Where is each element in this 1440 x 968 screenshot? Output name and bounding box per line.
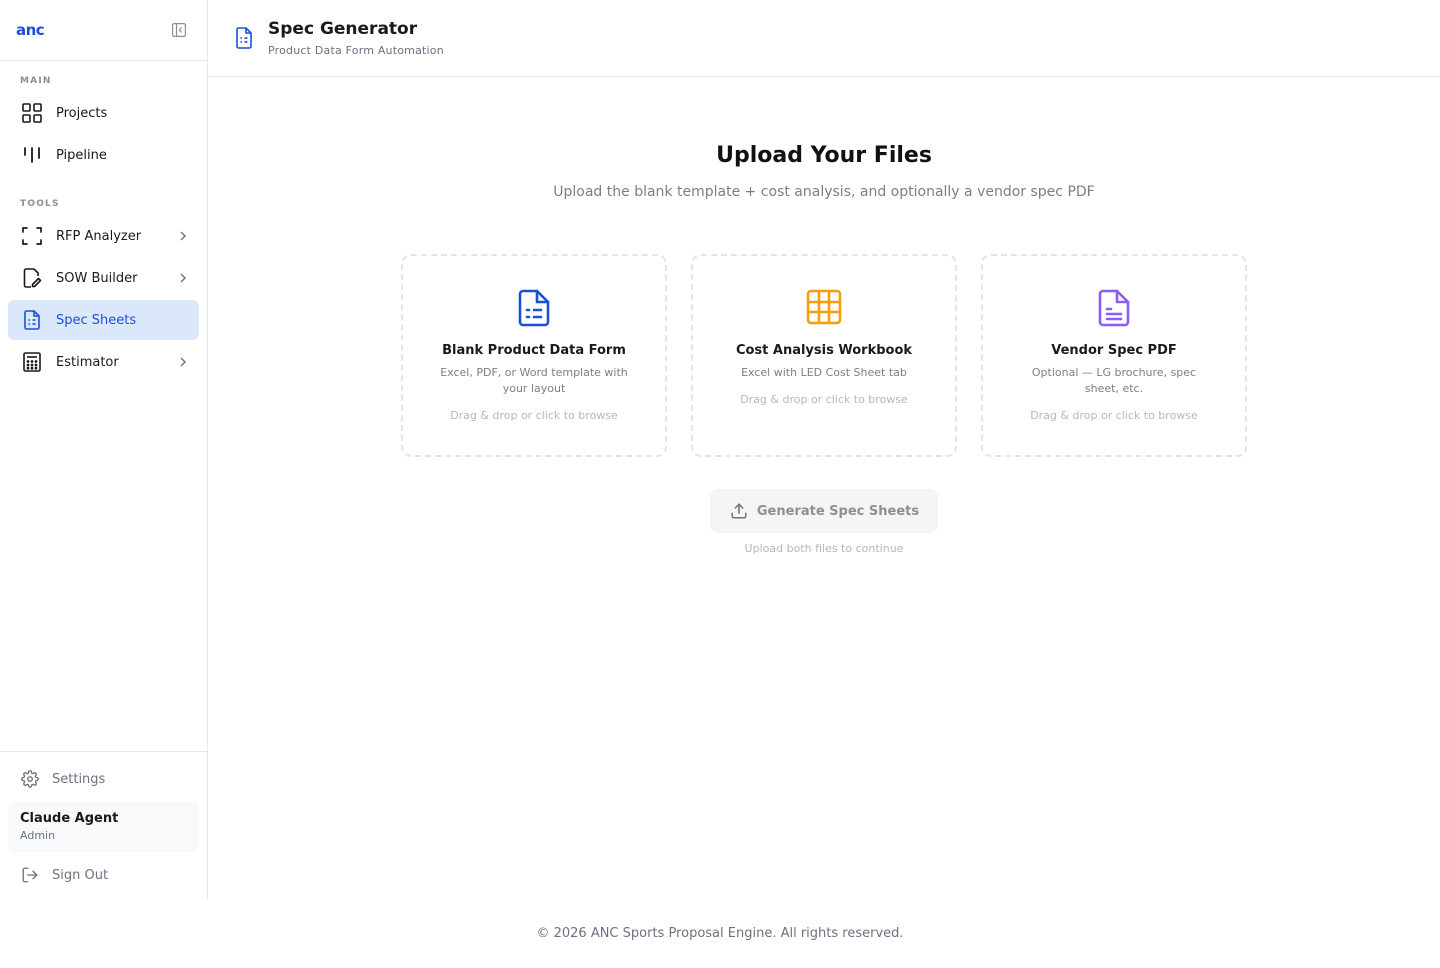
upload-card-cost-analysis[interactable]: Cost Analysis Workbook Excel with LED Co… xyxy=(691,254,957,457)
chevron-right-icon xyxy=(175,270,191,286)
upload-subtitle: Upload the blank template + cost analysi… xyxy=(553,184,1095,200)
sidebar-item-estimator[interactable]: Estimator xyxy=(8,342,199,382)
sidebar-item-label: Spec Sheets xyxy=(56,312,137,328)
sidebar-item-label: Pipeline xyxy=(56,147,107,163)
document-icon xyxy=(403,289,665,327)
scan-icon xyxy=(21,225,43,247)
sign-out-label: Sign Out xyxy=(52,867,109,883)
generate-spec-sheets-button[interactable]: Generate Spec Sheets xyxy=(710,489,938,533)
user-card[interactable]: Claude Agent Admin xyxy=(8,801,199,852)
brand-logo[interactable]: anc xyxy=(16,21,45,39)
spec-doc-icon xyxy=(232,26,256,50)
sidebar-item-rfp-analyzer[interactable]: RFP Analyzer xyxy=(8,216,199,256)
grid-icon xyxy=(21,102,43,124)
card-description: Optional — LG brochure, spec sheet, etc. xyxy=(1031,366,1197,395)
upload-icon xyxy=(729,501,749,521)
sidebar-collapse-icon[interactable] xyxy=(171,22,187,38)
section-label-main: MAIN xyxy=(20,76,52,86)
sidebar-header: anc xyxy=(0,0,207,61)
chevron-right-icon xyxy=(175,228,191,244)
card-title: Blank Product Data Form xyxy=(442,343,626,358)
user-name: Claude Agent xyxy=(20,811,119,826)
card-description: Excel, PDF, or Word template with your l… xyxy=(440,366,628,395)
card-description: Excel with LED Cost Sheet tab xyxy=(741,366,907,379)
upload-title: Upload Your Files xyxy=(716,143,932,168)
sign-out-button[interactable]: Sign Out xyxy=(20,865,108,885)
settings-link[interactable]: Settings xyxy=(20,769,105,789)
spec-doc-icon xyxy=(21,309,43,331)
generate-hint: Upload both files to continue xyxy=(744,542,904,555)
card-title: Cost Analysis Workbook xyxy=(735,343,913,358)
pipeline-icon xyxy=(21,144,43,166)
sidebar-item-label: RFP Analyzer xyxy=(56,228,142,244)
sidebar-item-pipeline[interactable]: Pipeline xyxy=(8,135,199,175)
page-header: Spec Generator Product Data Form Automat… xyxy=(208,0,1440,77)
chevron-right-icon xyxy=(175,354,191,370)
card-hint: Drag & drop or click to browse xyxy=(740,393,908,406)
sidebar: anc MAIN Projects Pipeline TOOLS RFP Ana… xyxy=(0,0,208,900)
edit-doc-icon xyxy=(21,267,43,289)
sidebar-item-label: SOW Builder xyxy=(56,270,138,286)
sidebar-item-label: Projects xyxy=(56,105,108,121)
table-icon xyxy=(693,289,955,325)
page-footer: © 2026 ANC Sports Proposal Engine. All r… xyxy=(536,926,904,941)
sidebar-item-spec-sheets[interactable]: Spec Sheets xyxy=(8,300,199,340)
upload-card-product-data-form[interactable]: Blank Product Data Form Excel, PDF, or W… xyxy=(401,254,667,457)
sidebar-item-label: Estimator xyxy=(56,354,119,370)
user-role: Admin xyxy=(20,829,56,842)
page-title: Spec Generator xyxy=(268,19,418,39)
calculator-icon xyxy=(21,351,43,373)
card-hint: Drag & drop or click to browse xyxy=(1030,409,1198,422)
sidebar-item-projects[interactable]: Projects xyxy=(8,93,199,133)
sidebar-footer: Settings Claude Agent Admin Sign Out xyxy=(0,751,207,900)
card-title: Vendor Spec PDF xyxy=(1051,343,1177,358)
section-label-tools: TOOLS xyxy=(20,199,60,209)
page-subtitle: Product Data Form Automation xyxy=(268,44,444,57)
gear-icon xyxy=(20,769,40,789)
settings-label: Settings xyxy=(52,771,106,787)
file-text-icon xyxy=(983,289,1245,327)
generate-label: Generate Spec Sheets xyxy=(756,503,920,519)
upload-card-vendor-spec[interactable]: Vendor Spec PDF Optional — LG brochure, … xyxy=(981,254,1247,457)
logout-icon xyxy=(20,865,40,885)
sidebar-item-sow-builder[interactable]: SOW Builder xyxy=(8,258,199,298)
card-hint: Drag & drop or click to browse xyxy=(450,409,618,422)
